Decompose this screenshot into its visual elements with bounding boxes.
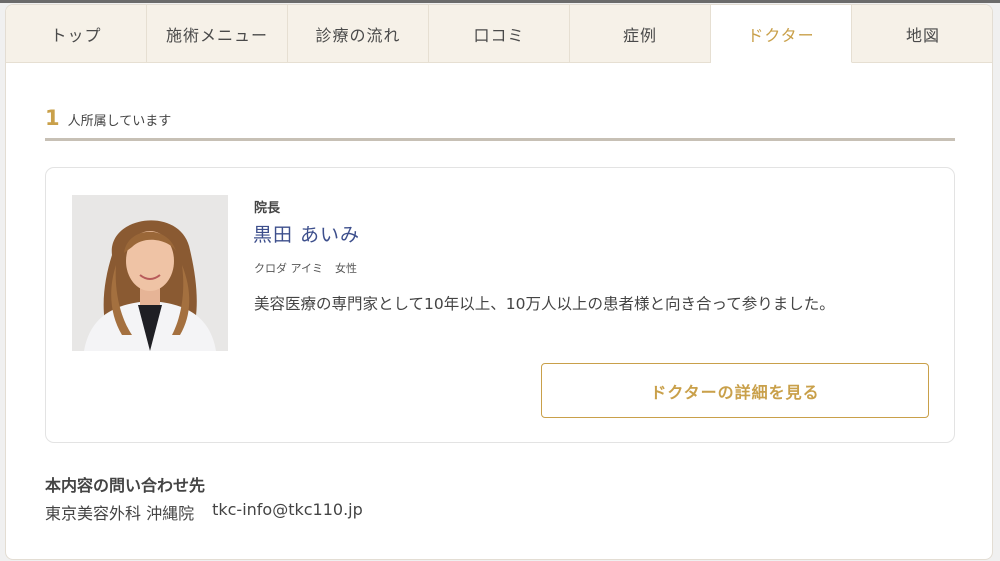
doctor-panel: トップ 施術メニュー 診療の流れ 口コミ 症例 ドクター 地図 1 人所属してい… — [5, 4, 993, 560]
tab-label: トップ — [50, 25, 102, 45]
tab-cases[interactable]: 症例 — [570, 5, 711, 63]
contact-heading: 本内容の問い合わせ先 — [45, 476, 206, 495]
doctor-name-kana: クロダ アイミ — [254, 262, 323, 275]
tab-top[interactable]: トップ — [6, 5, 147, 63]
contact-email[interactable]: tkc-info@tkc110.jp — [212, 500, 363, 524]
tab-label: 診療の流れ — [315, 25, 401, 45]
doctor-photo — [72, 195, 228, 351]
tab-label: 地図 — [905, 25, 940, 45]
tab-treatment-menu[interactable]: 施術メニュー — [147, 5, 288, 63]
doctor-role: 院長 — [254, 201, 281, 216]
tab-doctor[interactable]: ドクター — [711, 5, 852, 63]
tab-map[interactable]: 地図 — [852, 5, 992, 63]
doctor-portrait-icon — [72, 195, 228, 351]
doctor-detail-button[interactable]: ドクターの詳細を見る — [541, 363, 929, 418]
doctor-card: 院長 黒田 あいみ クロダ アイミ 女性 美容医療の専門家として10年以上、10… — [45, 167, 955, 443]
doctor-name[interactable]: 黒田 あいみ — [253, 220, 360, 247]
contact-clinic: 東京美容外科 沖縄院 — [45, 504, 195, 523]
tab-label: 口コミ — [473, 25, 525, 45]
tab-label: ドクター — [747, 25, 815, 45]
window-top-edge — [0, 0, 1000, 3]
contact-info: 東京美容外科 沖縄院 tkc-info@tkc110.jp — [45, 500, 363, 524]
tab-reviews[interactable]: 口コミ — [429, 5, 570, 63]
tab-bar: トップ 施術メニュー 診療の流れ 口コミ 症例 ドクター 地図 — [6, 5, 992, 63]
tab-treatment-flow[interactable]: 診療の流れ — [288, 5, 429, 63]
doctor-count-number: 1 — [45, 106, 60, 130]
doctor-count-label: 人所属しています — [67, 114, 172, 129]
doctor-count-heading: 1 人所属しています — [45, 106, 955, 141]
doctor-description: 美容医療の専門家として10年以上、10万人以上の患者様と向き合って参りました。 — [254, 295, 835, 313]
tab-label: 症例 — [622, 25, 657, 45]
doctor-gender: 女性 — [334, 262, 357, 275]
doctor-meta: クロダ アイミ 女性 — [254, 260, 357, 276]
tab-label: 施術メニュー — [165, 25, 268, 45]
doctor-detail-button-label: ドクターの詳細を見る — [650, 382, 820, 402]
